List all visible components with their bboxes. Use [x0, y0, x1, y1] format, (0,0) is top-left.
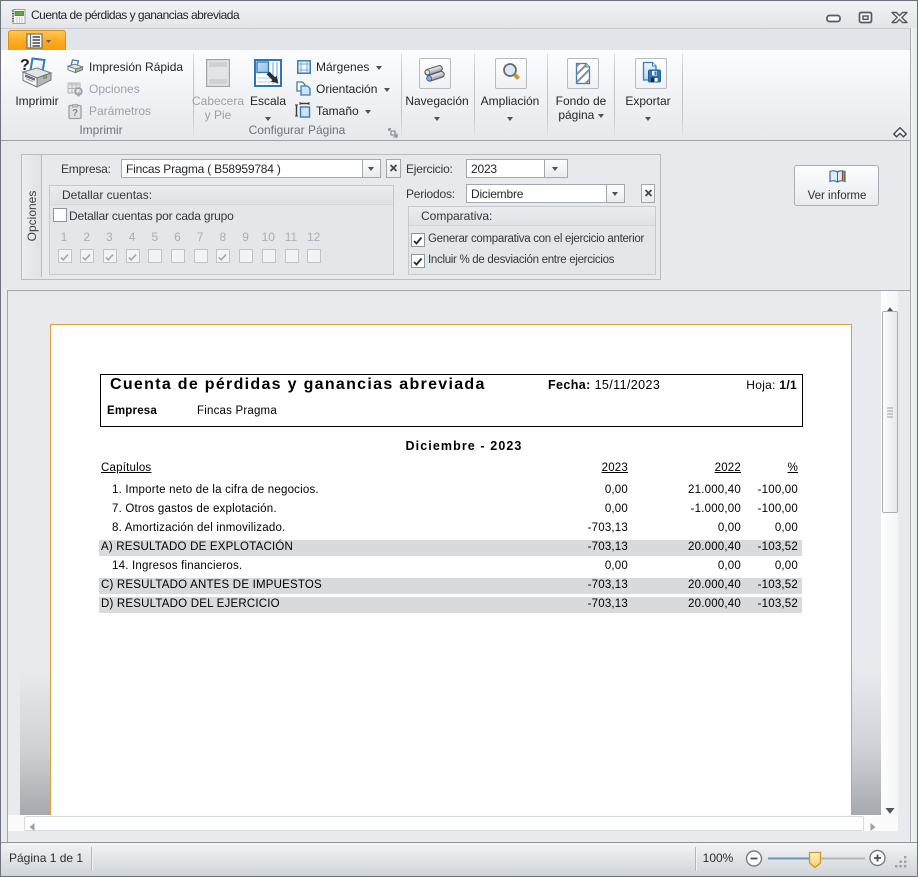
svg-text:?: ? — [72, 108, 78, 119]
svg-text:?: ? — [20, 57, 30, 74]
